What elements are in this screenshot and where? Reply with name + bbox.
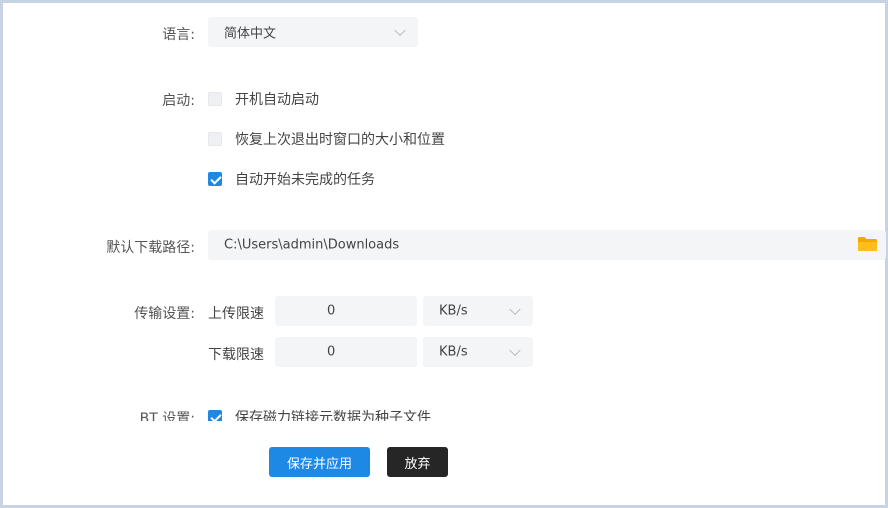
save-magnet-checkbox-label: 保存磁力链接元数据为种子文件	[235, 410, 431, 421]
download-limit-label: 下载限速	[208, 347, 264, 363]
folder-icon[interactable]	[857, 236, 878, 252]
autostart-checkbox[interactable]	[208, 92, 222, 106]
upload-limit-value: 0	[327, 303, 336, 319]
auto-resume-checkbox-label: 自动开始未完成的任务	[235, 172, 375, 188]
chevron-down-icon	[509, 344, 521, 357]
language-select[interactable]: 简体中文	[208, 17, 418, 47]
save-magnet-checkbox[interactable]	[208, 410, 222, 421]
upload-unit-select[interactable]: KB/s	[423, 296, 533, 326]
save-apply-button[interactable]: 保存并应用	[269, 447, 370, 477]
download-path-value: C:\Users\admin\Downloads	[224, 237, 400, 253]
startup-option-restore-window[interactable]: 恢复上次退出时窗口的大小和位置	[208, 129, 445, 149]
autostart-checkbox-label: 开机自动启动	[235, 92, 319, 108]
download-unit-value: KB/s	[439, 344, 468, 360]
transfer-label: 传输设置:	[134, 306, 195, 322]
download-unit-select[interactable]: KB/s	[423, 337, 533, 367]
settings-window: 语言: 简体中文 启动: 开机自动启动 恢复上次退出时窗口的大小和位置 自动开始…	[0, 0, 888, 508]
bt-option-save-magnet[interactable]: 保存磁力链接元数据为种子文件	[208, 407, 431, 421]
settings-scroll-area[interactable]: 语言: 简体中文 启动: 开机自动启动 恢复上次退出时窗口的大小和位置 自动开始…	[3, 3, 888, 421]
auto-resume-checkbox[interactable]	[208, 172, 222, 186]
startup-label: 启动:	[162, 93, 195, 109]
startup-option-autostart[interactable]: 开机自动启动	[208, 89, 319, 109]
restore-window-checkbox-label: 恢复上次退出时窗口的大小和位置	[235, 132, 445, 148]
download-path-input[interactable]: C:\Users\admin\Downloads	[208, 230, 886, 260]
startup-option-auto-resume[interactable]: 自动开始未完成的任务	[208, 169, 375, 189]
chevron-down-icon	[394, 24, 406, 37]
upload-limit-label: 上传限速	[208, 306, 264, 322]
bt-label: BT 设置:	[139, 411, 195, 421]
language-select-value: 简体中文	[224, 26, 277, 42]
chevron-down-icon	[509, 303, 521, 316]
upload-limit-input[interactable]: 0	[275, 296, 417, 326]
download-limit-value: 0	[327, 344, 336, 360]
download-path-label: 默认下载路径:	[106, 240, 195, 256]
language-label: 语言:	[162, 27, 195, 43]
discard-button[interactable]: 放弃	[387, 447, 448, 477]
download-limit-input[interactable]: 0	[275, 337, 417, 367]
restore-window-checkbox[interactable]	[208, 132, 222, 146]
upload-unit-value: KB/s	[439, 303, 468, 319]
